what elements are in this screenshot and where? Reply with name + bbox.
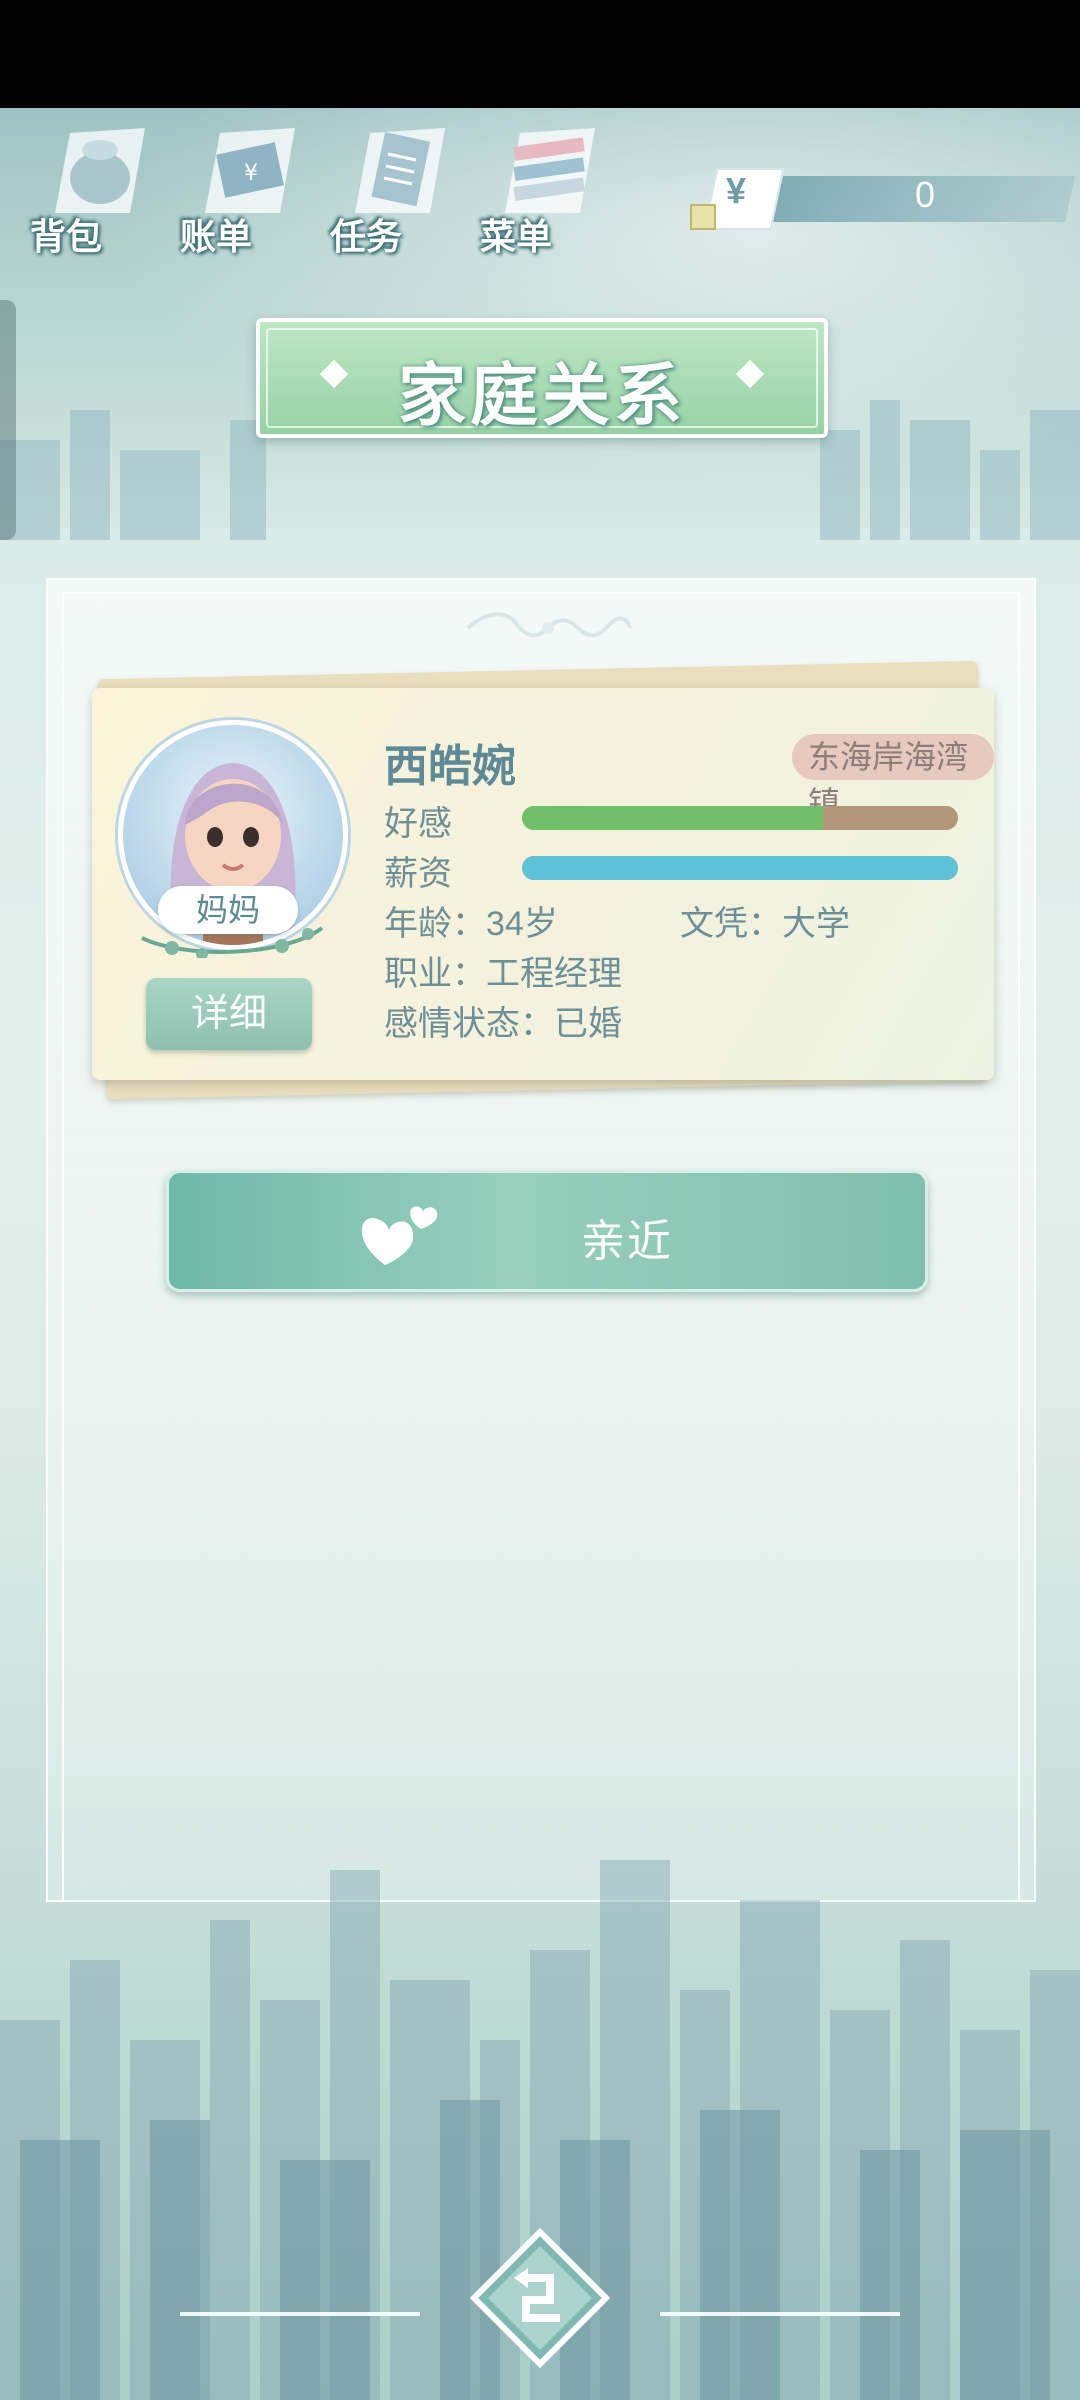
- family-panel: 妈妈 详细 西皓婉 东海岸海湾镇 好感 薪资 年龄：34岁 文凭：大学 职业：工…: [46, 578, 1036, 1902]
- bag-icon: [55, 128, 145, 213]
- coin-icon: [690, 204, 716, 230]
- toolbar-bill-button[interactable]: ¥ 账单: [170, 110, 310, 260]
- salary-meter-fill: [522, 856, 958, 880]
- bill-icon: ¥: [205, 128, 295, 213]
- character-card: 妈妈 详细 西皓婉 东海岸海湾镇 好感 薪资 年龄：34岁 文凭：大学 职业：工…: [92, 688, 994, 1080]
- location-badge: 东海岸海湾镇: [792, 734, 994, 821]
- toolbar-task-button[interactable]: 任务: [320, 110, 460, 260]
- affection-meter: [522, 806, 958, 830]
- relation-role-label: 妈妈: [158, 886, 298, 934]
- occupation-info: 职业：工程经理: [384, 955, 622, 993]
- affection-meter-fill: [522, 806, 823, 830]
- side-drawer-tab[interactable]: [0, 300, 16, 540]
- deco-line-right: [660, 2312, 900, 2316]
- page-title-banner: 家庭关系: [256, 318, 828, 438]
- page-title: 家庭关系: [397, 358, 686, 434]
- relationship-info: 感情状态：已婚: [384, 1005, 622, 1043]
- svg-text:¥: ¥: [244, 161, 258, 186]
- currency-amount: 0: [915, 174, 936, 215]
- hearts-icon: [361, 1206, 438, 1265]
- back-button[interactable]: [470, 2228, 610, 2368]
- status-bar: [0, 0, 1080, 108]
- currency-display: ¥ 0: [690, 168, 1075, 230]
- age-info: 年龄：34岁: [384, 905, 558, 943]
- task-icon: [355, 128, 445, 213]
- deco-line-left: [180, 2312, 420, 2316]
- education-info: 文凭：大学: [680, 905, 850, 943]
- scroll-ornament-icon: [466, 612, 632, 638]
- salary-meter: [522, 856, 958, 880]
- top-toolbar: 背包 ¥ 账单 任务 菜单: [20, 110, 640, 260]
- affection-label: 好感: [384, 805, 452, 843]
- toolbar-bill-label: 账单: [180, 216, 253, 257]
- toolbar-menu-label: 菜单: [480, 216, 553, 257]
- approach-button[interactable]: 亲近: [166, 1170, 928, 1292]
- salary-label: 薪资: [384, 855, 452, 893]
- toolbar-bag-label: 背包: [30, 216, 103, 257]
- detail-button[interactable]: 详细: [146, 978, 312, 1050]
- menu-icon: [505, 128, 595, 213]
- toolbar-task-label: 任务: [330, 216, 403, 257]
- toolbar-bag-button[interactable]: 背包: [20, 110, 160, 260]
- toolbar-menu-button[interactable]: 菜单: [470, 110, 610, 260]
- yen-icon: ¥: [726, 170, 747, 211]
- approach-label: 亲近: [581, 1217, 673, 1266]
- character-name: 西皓婉: [384, 742, 516, 791]
